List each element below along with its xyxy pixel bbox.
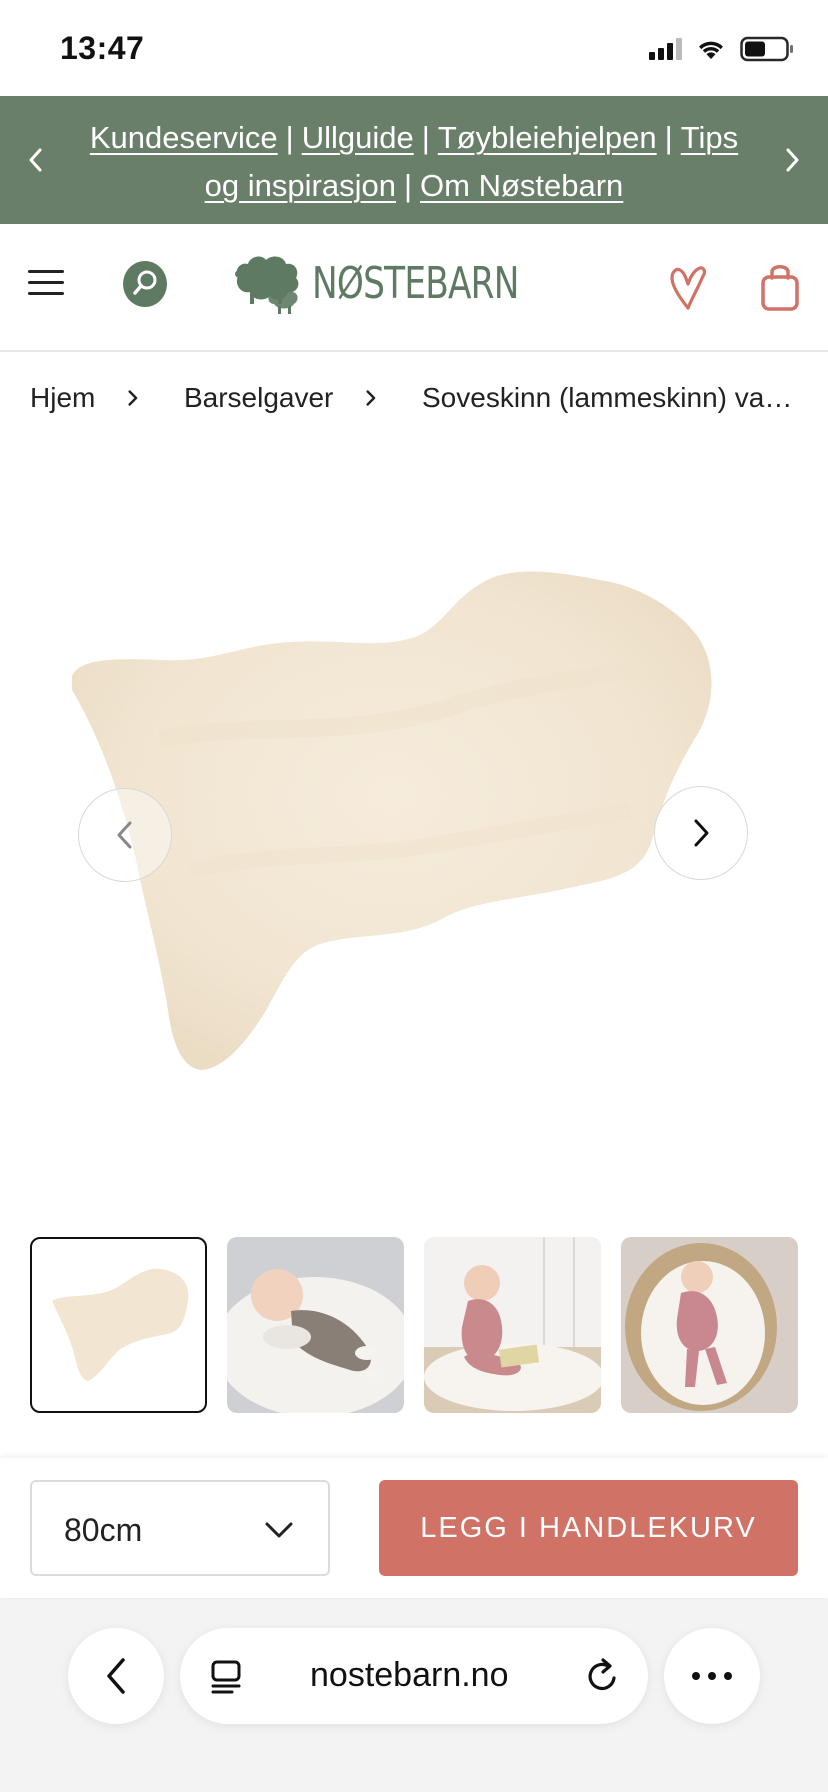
site-header: NØSTEBARN — [0, 224, 828, 352]
add-to-cart-button[interactable]: LEGG I HANDLEKURV — [379, 1480, 798, 1576]
purchase-bar: 80cm LEGG I HANDLEKURV — [0, 1458, 828, 1598]
baby-photo-1 — [227, 1237, 404, 1413]
gallery-next-button[interactable] — [654, 786, 748, 880]
thumbnail-strip — [30, 1237, 798, 1413]
back-chevron-icon — [107, 1658, 125, 1694]
heart-icon[interactable] — [666, 264, 710, 312]
more-dots-icon — [692, 1672, 732, 1680]
status-icons — [649, 36, 794, 62]
wifi-icon — [699, 41, 723, 59]
link-ullguide[interactable]: Ullguide — [302, 120, 414, 155]
sheepskin-rug-thumbnail — [52, 1268, 189, 1381]
link-separator: | — [285, 120, 294, 155]
breadcrumb-home[interactable]: Hjem — [30, 382, 95, 414]
link-separator: | — [664, 120, 673, 155]
browser-url: nostebarn.no — [310, 1656, 509, 1694]
link-kundeservice[interactable]: Kundeservice — [90, 120, 278, 155]
chevron-right-icon — [694, 819, 709, 847]
shopping-bag-icon[interactable] — [760, 262, 800, 312]
logo-text: NØSTEBARN — [312, 257, 519, 309]
status-time: 13:47 — [60, 30, 145, 66]
chevron-down-icon — [265, 1522, 293, 1538]
baby-photo-2 — [424, 1237, 601, 1413]
size-select[interactable]: 80cm — [30, 1480, 330, 1576]
chevron-left-icon — [117, 821, 132, 849]
tabs-icon[interactable] — [210, 1656, 244, 1696]
cellular-signal-icon — [649, 38, 682, 60]
breadcrumb-current: Soveskinn (lammeskinn) vaskb... — [422, 382, 800, 413]
breadcrumb: Hjem Barselgaver Soveskinn (lammeskinn) … — [30, 382, 800, 414]
sheep-logo-icon — [235, 256, 299, 314]
link-om-nostebarn[interactable]: Om Nøstebarn — [420, 168, 623, 203]
announcement-links: Kundeservice | Ullguide | Tøybleiehjelpen | Ti… — [70, 114, 758, 210]
link-separator: | — [421, 120, 430, 155]
bottom-area: 80cm LEGG I HANDLEKURV nostebarn.no — [0, 1458, 828, 1792]
menu-icon[interactable] — [28, 266, 66, 300]
product-gallery — [0, 480, 828, 1180]
chevron-left-icon[interactable] — [18, 140, 54, 180]
browser-address-bar[interactable]: nostebarn.no — [180, 1628, 648, 1724]
thumbnail-sheepskin-rug[interactable] — [30, 1237, 207, 1413]
chevron-right-icon — [128, 390, 138, 406]
chevron-right-icon — [366, 390, 376, 406]
browser-more-button[interactable] — [664, 1628, 760, 1724]
search-icon[interactable] — [122, 260, 168, 308]
site-logo[interactable]: NØSTEBARN — [232, 250, 577, 316]
reload-icon[interactable] — [584, 1656, 622, 1696]
size-selected-value: 80cm — [64, 1512, 143, 1548]
link-separator: | — [403, 168, 413, 203]
link-toybleiehjelpen[interactable]: Tøybleiehjelpen — [438, 120, 657, 155]
chevron-right-icon[interactable] — [774, 140, 810, 180]
battery-icon — [740, 36, 793, 62]
thumbnail-baby-pink-book[interactable] — [424, 1237, 601, 1413]
gallery-prev-button[interactable] — [78, 788, 172, 882]
announcement-bar: Kundeservice | Ullguide | Tøybleiehjelpen | Ti… — [0, 96, 828, 224]
thumbnail-baby-in-basket[interactable] — [621, 1237, 798, 1413]
browser-back-button[interactable] — [68, 1628, 164, 1724]
baby-photo-3 — [621, 1237, 798, 1413]
thumbnail-baby-grey-outfit[interactable] — [227, 1237, 404, 1413]
breadcrumb-barselgaver[interactable]: Barselgaver — [184, 382, 333, 414]
status-bar: 13:47 — [0, 0, 828, 96]
